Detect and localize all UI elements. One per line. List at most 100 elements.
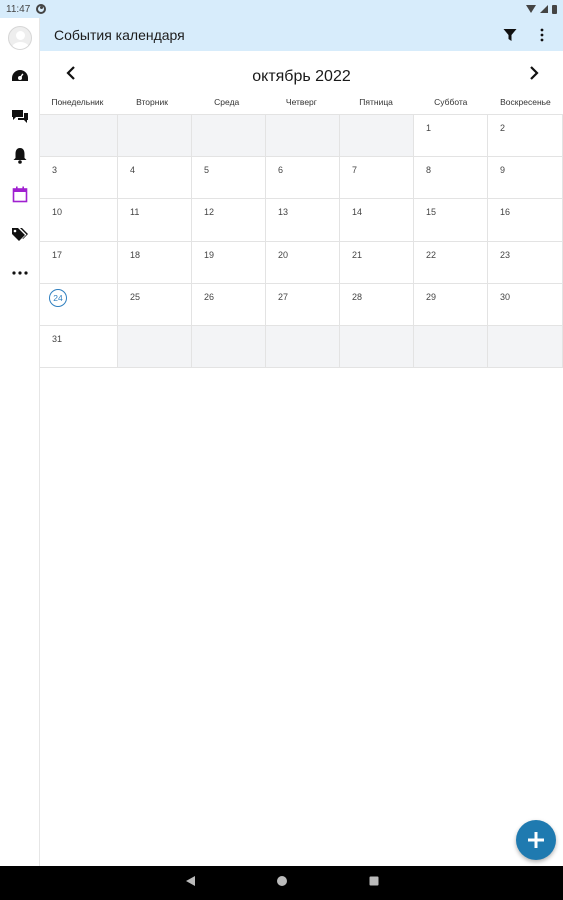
day-number: 8 — [426, 165, 432, 176]
weekday-label: Вторник — [136, 97, 168, 107]
day-number: 25 — [130, 291, 141, 302]
battery-icon — [552, 4, 557, 14]
weekday-label: Пятница — [359, 97, 393, 107]
calendar-empty-cell — [414, 325, 488, 369]
status-indicators — [526, 4, 557, 14]
sync-icon — [36, 4, 47, 14]
calendar-day-cell[interactable]: 28 — [340, 283, 414, 326]
navigation-rail — [0, 18, 40, 866]
day-number: 3 — [52, 165, 58, 176]
day-number: 1 — [426, 123, 432, 133]
calendar-day-cell[interactable]: 21 — [340, 241, 414, 284]
more-horiz-icon[interactable] — [0, 259, 40, 287]
filter-icon[interactable] — [499, 24, 521, 46]
day-number: 7 — [352, 165, 358, 176]
calendar-day-cell[interactable]: 29 — [414, 283, 488, 326]
day-number: 18 — [130, 249, 141, 260]
calendar-empty-cell — [266, 325, 340, 369]
calendar-empty-cell — [192, 325, 266, 369]
app-bar-actions — [499, 24, 553, 46]
day-number: 6 — [278, 165, 284, 176]
home-icon[interactable] — [276, 874, 288, 892]
calendar-day-cell[interactable]: 15 — [414, 199, 488, 242]
calendar-empty-cell — [40, 115, 118, 158]
day-number: 28 — [352, 291, 363, 302]
day-number: 15 — [426, 207, 437, 218]
back-icon[interactable] — [184, 874, 196, 892]
calendar-empty-cell — [340, 115, 414, 158]
more-vert-icon[interactable] — [531, 24, 553, 46]
calendar-day-cell[interactable]: 9 — [488, 157, 563, 200]
calendar-day-cell[interactable]: 19 — [192, 241, 266, 284]
day-number: 27 — [278, 291, 289, 302]
calendar-empty-cell — [340, 325, 414, 369]
calendar-day-cell[interactable]: 30 — [488, 283, 563, 326]
calendar-icon[interactable] — [0, 180, 40, 208]
day-number: 20 — [278, 249, 289, 260]
calendar-day-cell[interactable]: 24 — [40, 283, 118, 326]
calendar-day-cell[interactable]: 27 — [266, 283, 340, 326]
calendar-empty-cell — [488, 325, 563, 369]
day-number: 23 — [500, 249, 511, 260]
recents-icon[interactable] — [368, 874, 380, 892]
chevron-right-icon[interactable] — [523, 62, 545, 84]
calendar-day-cell[interactable]: 2 — [488, 115, 563, 158]
calendar-day-cell[interactable]: 3 — [40, 157, 118, 200]
day-number: 4 — [130, 165, 136, 176]
day-number: 19 — [204, 249, 215, 260]
calendar-day-cell[interactable]: 12 — [192, 199, 266, 242]
calendar-empty-cell — [118, 115, 192, 158]
calendar-day-cell[interactable]: 18 — [118, 241, 192, 284]
add-event-button[interactable] — [516, 820, 556, 860]
app-bar: События календаря — [40, 18, 563, 51]
chat-icon[interactable] — [0, 102, 40, 130]
app-window: 11:47 События календаря октябрь 2022 Пон… — [0, 0, 563, 900]
calendar-grid: 1 2 3 4 5 6 7 8 9 10 11 12 13 14 15 16 17 18 19 20 21 22 23 24 2… — [40, 114, 563, 369]
calendar-day-cell[interactable]: 31 — [40, 325, 118, 369]
avatar-image — [8, 26, 32, 50]
calendar-day-cell[interactable]: 16 — [488, 199, 563, 242]
calendar-day-cell[interactable]: 8 — [414, 157, 488, 200]
calendar-day-cell[interactable]: 7 — [340, 157, 414, 200]
calendar-day-cell[interactable]: 5 — [192, 157, 266, 200]
status-time: 11:47 — [6, 3, 31, 15]
page-title: События календаря — [54, 26, 185, 43]
tags-icon[interactable] — [0, 220, 40, 248]
bell-icon[interactable] — [0, 141, 40, 169]
calendar-day-cell[interactable]: 13 — [266, 199, 340, 242]
calendar-day-cell[interactable]: 4 — [118, 157, 192, 200]
calendar-day-cell[interactable]: 23 — [488, 241, 563, 284]
weekday-label: Среда — [214, 97, 240, 107]
day-number: 22 — [426, 249, 437, 260]
weekday-header: Понедельник Вторник Среда Четверг Пятница Суб… — [40, 97, 563, 113]
month-title: октябрь 2022 — [252, 68, 351, 85]
wifi-icon — [526, 5, 536, 13]
calendar-empty-cell — [266, 115, 340, 158]
calendar-day-cell[interactable]: 6 — [266, 157, 340, 200]
month-navigation: октябрь 2022 — [40, 58, 563, 94]
day-number: 5 — [204, 165, 210, 176]
calendar-day-cell[interactable]: 10 — [40, 199, 118, 242]
calendar-day-cell[interactable]: 1 — [414, 115, 488, 158]
dashboard-icon[interactable] — [0, 62, 40, 90]
system-navigation-bar — [0, 866, 563, 900]
status-bar: 11:47 — [0, 0, 563, 18]
day-number: 12 — [204, 207, 215, 218]
weekday-label: Суббота — [434, 97, 468, 107]
day-number: 13 — [278, 207, 289, 218]
calendar-day-cell[interactable]: 26 — [192, 283, 266, 326]
day-number: 24 — [49, 288, 67, 307]
calendar-day-cell[interactable]: 14 — [340, 199, 414, 242]
avatar[interactable] — [0, 24, 40, 52]
calendar-empty-cell — [118, 325, 192, 369]
calendar-day-cell[interactable]: 20 — [266, 241, 340, 284]
weekday-label: Четверг — [285, 97, 317, 107]
calendar-day-cell[interactable]: 11 — [118, 199, 192, 242]
day-number: 2 — [500, 123, 506, 133]
calendar-day-cell[interactable]: 17 — [40, 241, 118, 284]
calendar-empty-cell — [192, 115, 266, 158]
calendar-day-cell[interactable]: 25 — [118, 283, 192, 326]
plus-icon — [528, 832, 544, 848]
day-number: 14 — [352, 207, 363, 218]
calendar-day-cell[interactable]: 22 — [414, 241, 488, 284]
